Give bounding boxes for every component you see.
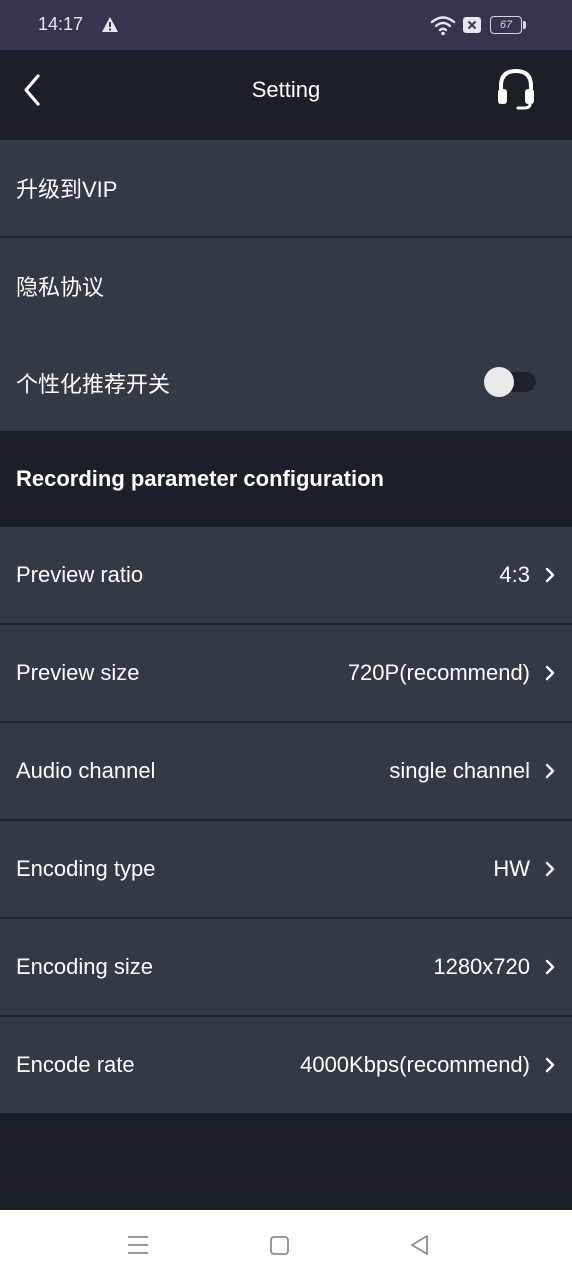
encode-rate-row[interactable]: Encode rate 4000Kbps(recommend) bbox=[0, 1017, 572, 1113]
battery-icon: 67 bbox=[490, 16, 526, 34]
toggle-knob bbox=[484, 367, 514, 397]
status-bar: 14:17 67 bbox=[0, 0, 572, 50]
back-button[interactable] bbox=[14, 68, 54, 112]
chevron-left-icon bbox=[24, 74, 40, 106]
chevron-right-icon bbox=[545, 763, 555, 779]
section-title: Recording parameter configuration bbox=[16, 466, 384, 491]
status-time: 14:17 bbox=[38, 14, 84, 34]
home-button[interactable] bbox=[269, 1235, 291, 1257]
back-triangle-button[interactable] bbox=[409, 1234, 431, 1256]
recent-apps-button[interactable] bbox=[127, 1234, 149, 1256]
preview-ratio-row[interactable]: Preview ratio 4:3 bbox=[0, 527, 572, 623]
row-label: Encoding size bbox=[16, 954, 153, 979]
row-value: HW bbox=[493, 856, 530, 881]
row-label: Audio channel bbox=[16, 758, 156, 783]
customer-support-button[interactable] bbox=[494, 66, 538, 112]
no-sim-icon bbox=[463, 17, 481, 33]
row-value: 720P(recommend) bbox=[347, 660, 530, 685]
row-value: single channel bbox=[389, 758, 530, 783]
audio-channel-row[interactable]: Audio channel single channel bbox=[0, 723, 572, 819]
headset-icon bbox=[498, 68, 534, 110]
app-bar: Setting bbox=[0, 50, 572, 140]
preview-size-row[interactable]: Preview size 720P(recommend) bbox=[0, 625, 572, 721]
row-label: Encoding type bbox=[16, 856, 156, 881]
personalized-recommendation-toggle[interactable] bbox=[484, 367, 536, 397]
row-label: 个性化推荐开关 bbox=[16, 371, 171, 397]
wifi-icon bbox=[430, 16, 456, 36]
row-value: 4000Kbps(recommend) bbox=[300, 1052, 530, 1077]
personalized-recommendation-row: 个性化推荐开关 bbox=[0, 334, 572, 431]
encoding-type-row[interactable]: Encoding type HW bbox=[0, 821, 572, 917]
encoding-size-row[interactable]: Encoding size 1280x720 bbox=[0, 919, 572, 1015]
row-label: 隐私协议 bbox=[16, 275, 105, 300]
battery-level: 67 bbox=[490, 16, 522, 34]
chevron-right-icon bbox=[545, 567, 555, 583]
row-value: 4:3 bbox=[499, 562, 530, 587]
page-title: Setting bbox=[251, 77, 321, 102]
chevron-right-icon bbox=[545, 1057, 555, 1073]
warning-icon bbox=[102, 17, 118, 32]
chevron-right-icon bbox=[545, 959, 555, 975]
row-label: Encode rate bbox=[16, 1052, 135, 1077]
chevron-right-icon bbox=[545, 861, 555, 877]
row-label: Preview size bbox=[16, 660, 140, 685]
privacy-policy-row[interactable]: 隐私协议 bbox=[0, 238, 572, 334]
upgrade-vip-row[interactable]: 升级到VIP bbox=[0, 140, 572, 236]
row-label: Preview ratio bbox=[16, 562, 144, 587]
section-header: Recording parameter configuration bbox=[0, 431, 572, 527]
system-nav-bar bbox=[0, 1210, 572, 1280]
row-value: 1280x720 bbox=[433, 954, 530, 979]
row-label: 升级到VIP bbox=[16, 177, 118, 202]
chevron-right-icon bbox=[545, 665, 555, 681]
